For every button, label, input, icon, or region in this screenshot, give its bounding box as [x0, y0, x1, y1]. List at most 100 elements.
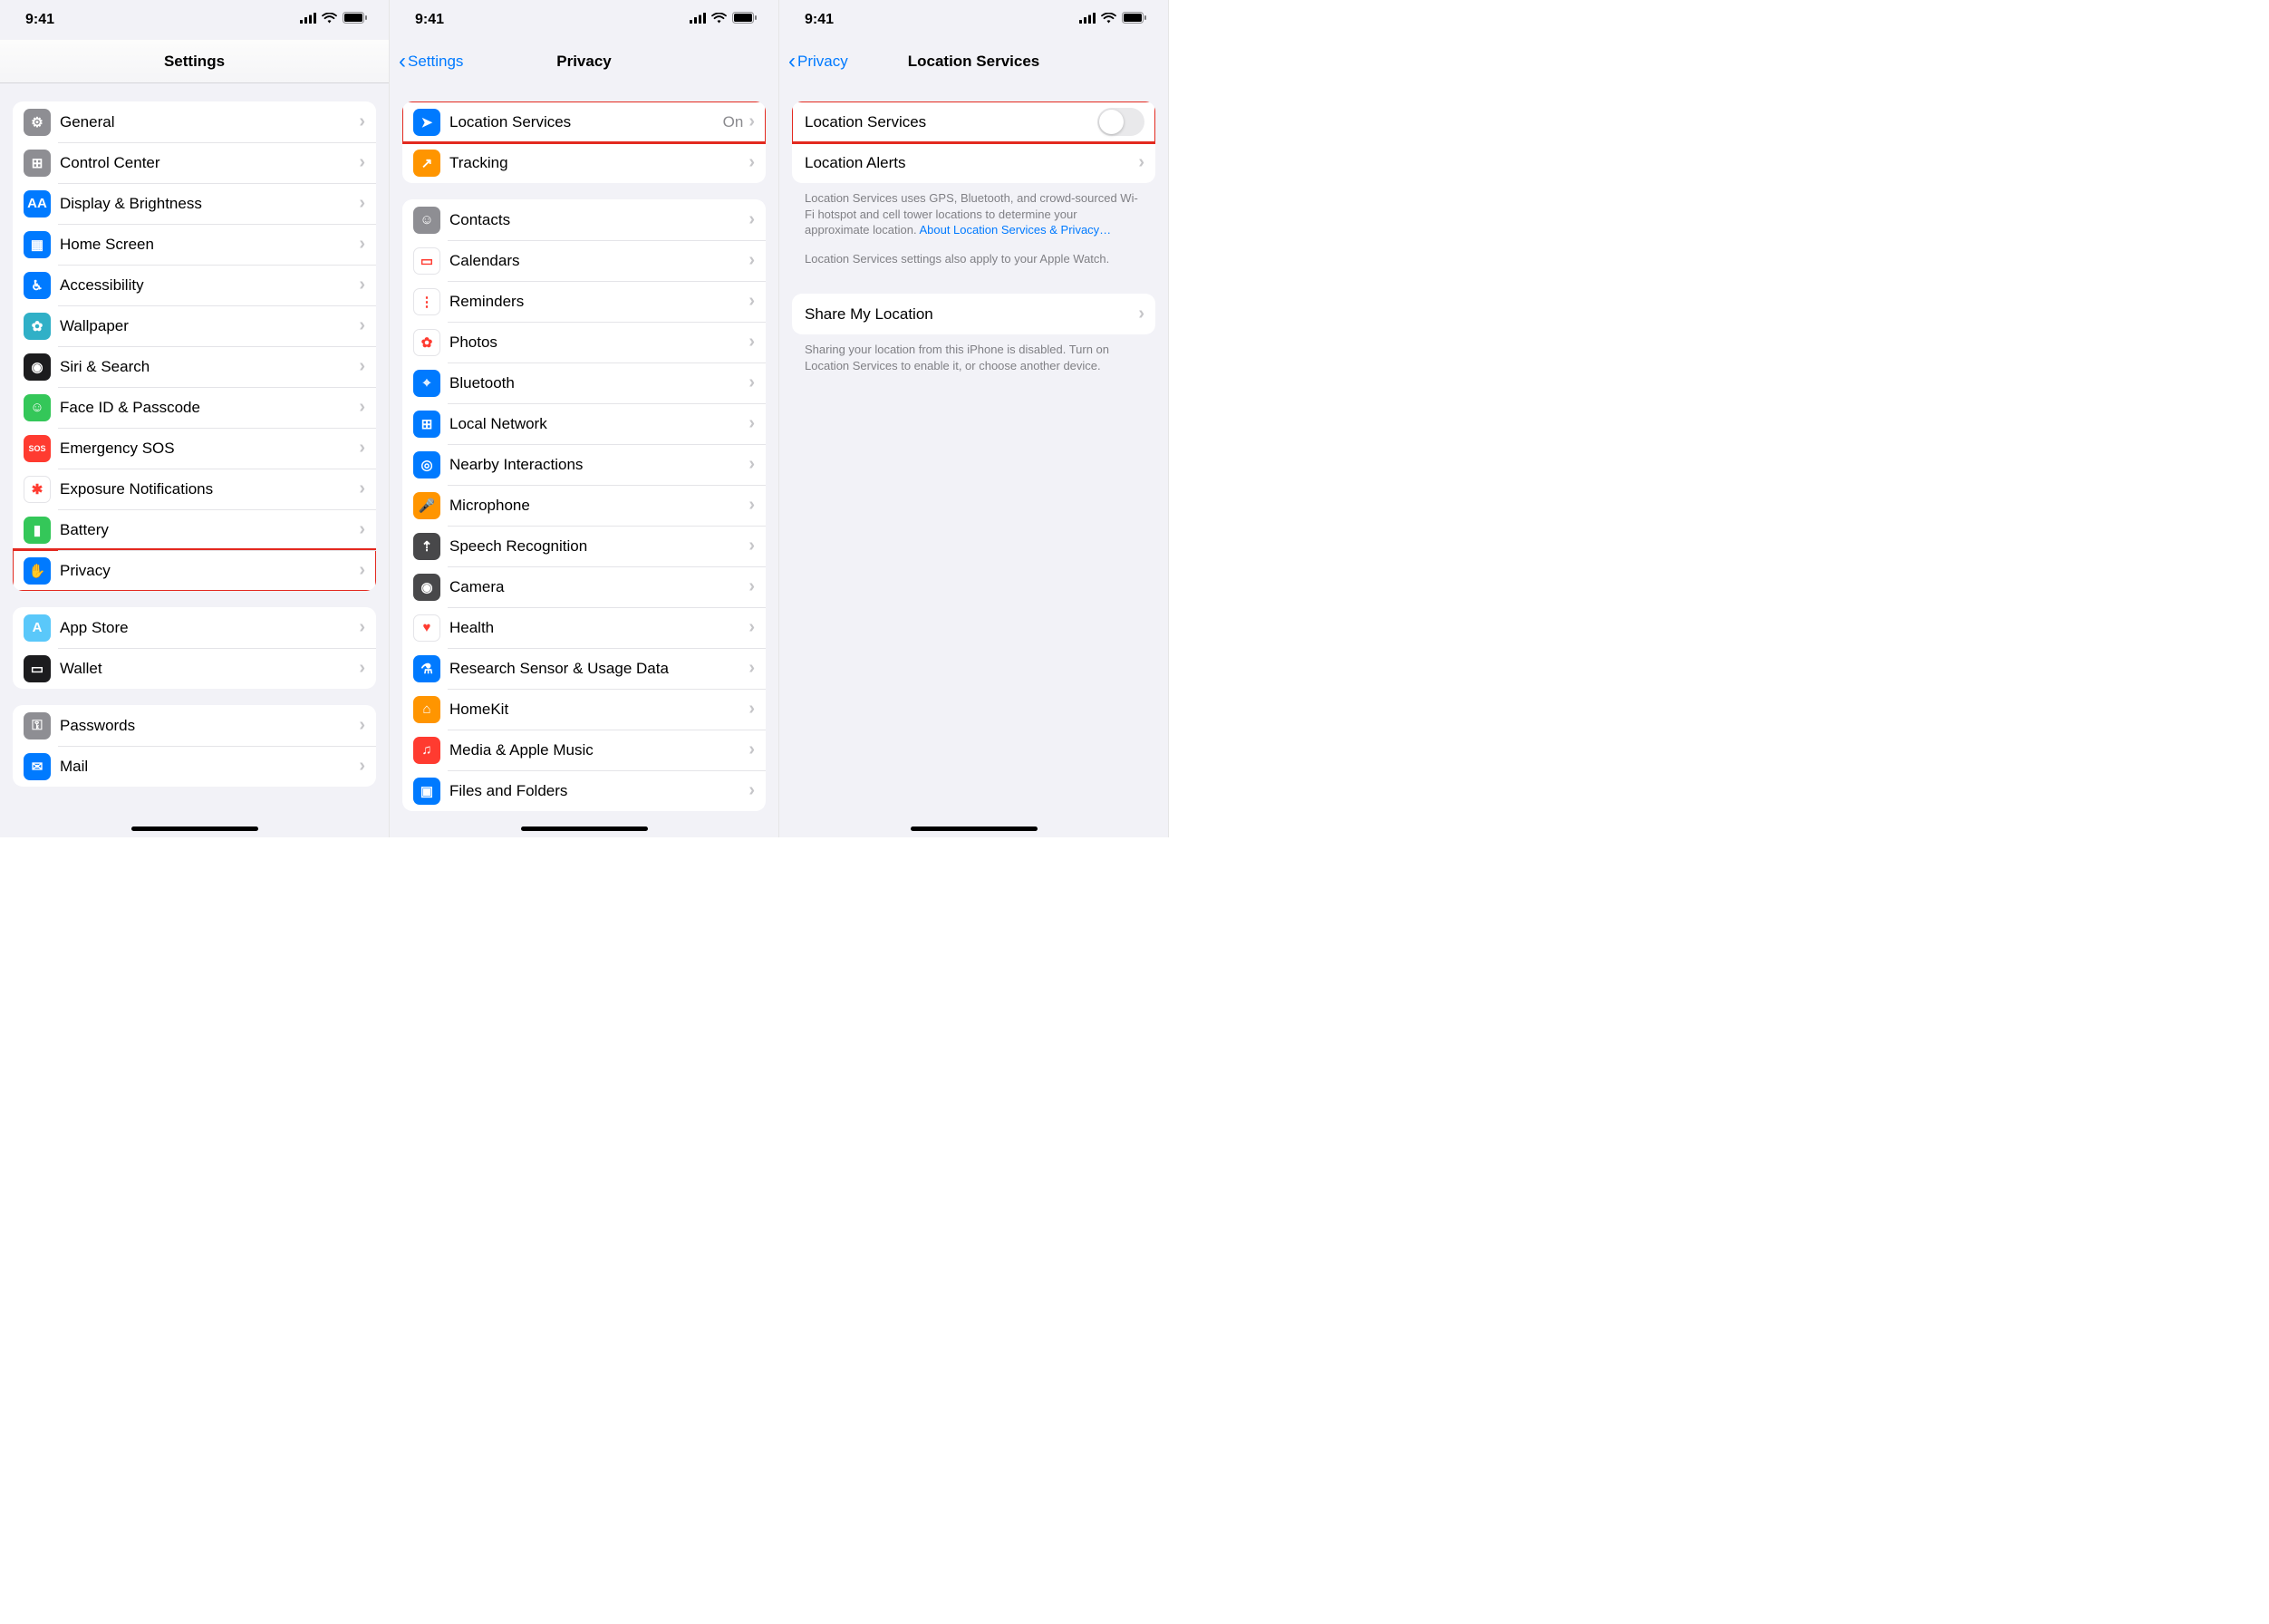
row-control-center[interactable]: ⊞Control Center› — [13, 142, 376, 183]
row-app-store[interactable]: AApp Store› — [13, 607, 376, 648]
row-label: Mail — [51, 758, 359, 776]
reminders-icon: ⋮ — [413, 288, 440, 315]
row-accessibility[interactable]: ♿︎Accessibility› — [13, 265, 376, 305]
row-media-apple-music[interactable]: ♫Media & Apple Music› — [402, 730, 766, 770]
chevron-right-icon: › — [359, 152, 365, 173]
chevron-right-icon: › — [359, 715, 365, 736]
bluetooth-icon: ⌖ — [413, 370, 440, 397]
wifi-icon — [1101, 12, 1116, 28]
row-research-sensor-usage-data[interactable]: ⚗Research Sensor & Usage Data› — [402, 648, 766, 689]
row-passwords[interactable]: ⚿Passwords› — [13, 705, 376, 746]
row-wallpaper[interactable]: ✿Wallpaper› — [13, 305, 376, 346]
back-button[interactable]: ‹ Settings — [399, 40, 463, 83]
chevron-right-icon: › — [748, 372, 755, 393]
footer-share-note: Sharing your location from this iPhone i… — [792, 334, 1155, 373]
privacy-list[interactable]: ➤Location ServicesOn›↗︎Tracking› ☺Contac… — [390, 83, 778, 837]
toggle-switch[interactable] — [1097, 108, 1144, 136]
chevron-right-icon: › — [748, 209, 755, 230]
nav-bar: ‹ Privacy Location Services — [779, 40, 1168, 83]
row-exposure-notifications[interactable]: ✱Exposure Notifications› — [13, 469, 376, 509]
chevron-right-icon: › — [359, 478, 365, 499]
location-icon: ➤ — [413, 109, 440, 136]
chevron-right-icon: › — [359, 519, 365, 540]
wifi-icon — [322, 12, 337, 28]
row-tracking[interactable]: ↗︎Tracking› — [402, 142, 766, 183]
homekit-icon: ⌂ — [413, 696, 440, 723]
chevron-right-icon: › — [748, 699, 755, 720]
back-button[interactable]: ‹ Privacy — [788, 40, 848, 83]
chevron-right-icon: › — [359, 193, 365, 214]
status-time: 9:41 — [805, 12, 834, 28]
row-label: Share My Location — [803, 305, 1138, 324]
chevron-right-icon: › — [748, 536, 755, 556]
chevron-right-icon: › — [748, 617, 755, 638]
chevron-right-icon: › — [359, 111, 365, 132]
home-indicator[interactable] — [131, 826, 258, 831]
appstore-icon: A — [24, 614, 51, 642]
tracking-icon: ↗︎ — [413, 150, 440, 177]
faceid-icon: ☺︎ — [24, 394, 51, 421]
home-indicator[interactable] — [911, 826, 1038, 831]
footer-description: Location Services uses GPS, Bluetooth, a… — [792, 183, 1155, 238]
chevron-right-icon: › — [748, 250, 755, 271]
chevron-right-icon: › — [359, 234, 365, 255]
chevron-right-icon: › — [359, 756, 365, 777]
row-homekit[interactable]: ⌂HomeKit› — [402, 689, 766, 730]
chevron-left-icon: ‹ — [788, 51, 796, 72]
row-display-brightness[interactable]: AADisplay & Brightness› — [13, 183, 376, 224]
row-siri-search[interactable]: ◉Siri & Search› — [13, 346, 376, 387]
row-location-alerts[interactable]: Location Alerts› — [792, 142, 1155, 183]
row-speech-recognition[interactable]: ⇡Speech Recognition› — [402, 526, 766, 566]
row-photos[interactable]: ✿Photos› — [402, 322, 766, 362]
row-health[interactable]: ♥Health› — [402, 607, 766, 648]
chevron-right-icon: › — [359, 658, 365, 679]
home-indicator[interactable] — [521, 826, 648, 831]
gear-icon: ⚙︎ — [24, 109, 51, 136]
row-label: Display & Brightness — [51, 195, 359, 213]
row-camera[interactable]: ◉Camera› — [402, 566, 766, 607]
footer-watch-note: Location Services settings also apply to… — [792, 238, 1155, 267]
battery-icon — [343, 12, 367, 28]
chevron-right-icon: › — [748, 780, 755, 801]
row-home-screen[interactable]: ▦Home Screen› — [13, 224, 376, 265]
row-emergency-sos[interactable]: SOSEmergency SOS› — [13, 428, 376, 469]
row-share-my-location[interactable]: Share My Location› — [792, 294, 1155, 334]
row-label: Location Services — [803, 113, 1097, 131]
settings-list[interactable]: ⚙︎General›⊞Control Center›AADisplay & Br… — [0, 83, 389, 837]
row-battery[interactable]: ▮Battery› — [13, 509, 376, 550]
back-label: Privacy — [797, 53, 848, 71]
cellular-icon — [300, 12, 316, 28]
status-icons — [690, 12, 757, 28]
chevron-right-icon: › — [748, 454, 755, 475]
files-icon: ▣ — [413, 778, 440, 805]
row-location-services[interactable]: ➤Location ServicesOn› — [402, 102, 766, 142]
row-bluetooth[interactable]: ⌖Bluetooth› — [402, 362, 766, 403]
status-icons — [1079, 12, 1146, 28]
chevron-left-icon: ‹ — [399, 51, 406, 72]
page-title: Location Services — [908, 53, 1040, 71]
row-microphone[interactable]: 🎤Microphone› — [402, 485, 766, 526]
row-contacts[interactable]: ☺Contacts› — [402, 199, 766, 240]
row-mail[interactable]: ✉︎Mail› — [13, 746, 376, 787]
row-general[interactable]: ⚙︎General› — [13, 102, 376, 142]
row-nearby-interactions[interactable]: ◎Nearby Interactions› — [402, 444, 766, 485]
location-services-screen: 9:41 ‹ Privacy Location Services Locatio… — [779, 0, 1169, 837]
about-link[interactable]: About Location Services & Privacy… — [919, 223, 1111, 237]
row-privacy[interactable]: ✋Privacy› — [13, 550, 376, 591]
row-label: Calendars — [440, 252, 748, 270]
nearby-icon: ◎ — [413, 451, 440, 478]
row-wallet[interactable]: ▭Wallet› — [13, 648, 376, 689]
row-label: Siri & Search — [51, 358, 359, 376]
row-local-network[interactable]: ⊞Local Network› — [402, 403, 766, 444]
row-files-and-folders[interactable]: ▣Files and Folders› — [402, 770, 766, 811]
chevron-right-icon: › — [359, 560, 365, 581]
camera-icon: ◉ — [413, 574, 440, 601]
privacy-icon: ✋ — [24, 557, 51, 585]
row-reminders[interactable]: ⋮Reminders› — [402, 281, 766, 322]
row-label: Home Screen — [51, 236, 359, 254]
row-face-id-passcode[interactable]: ☺︎Face ID & Passcode› — [13, 387, 376, 428]
privacy-screen: 9:41 ‹ Settings Privacy ➤Location Servic… — [390, 0, 779, 837]
row-location-services[interactable]: Location Services — [792, 102, 1155, 142]
row-calendars[interactable]: ▭Calendars› — [402, 240, 766, 281]
location-settings-list[interactable]: Location Services Location Alerts› Locati… — [779, 83, 1168, 837]
